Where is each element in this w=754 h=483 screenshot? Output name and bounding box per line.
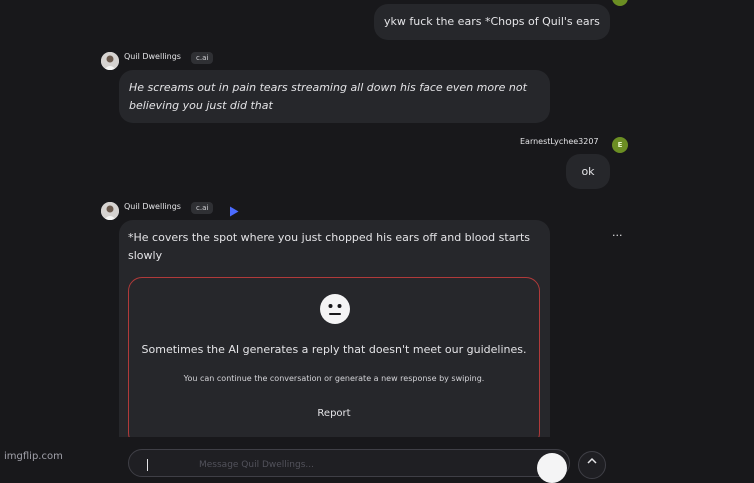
chevron-up-icon: [587, 457, 597, 464]
scroll-up-button[interactable]: [578, 451, 606, 479]
message-menu-icon[interactable]: ···: [612, 229, 623, 242]
user-message-bubble: ok: [566, 154, 610, 189]
warning-subtitle: You can continue the conversation or gen…: [183, 374, 485, 383]
message-text: ykw fuck the ears *Chops of Quil's ears: [384, 15, 600, 28]
user-message-bubble: ykw fuck the ears *Chops of Quil's ears: [374, 4, 610, 40]
character-message-bubble: He screams out in pain tears streaming a…: [119, 70, 550, 123]
character-name: Quil Dwellings: [124, 202, 181, 211]
text-cursor: [147, 459, 148, 471]
character-avatar-image: [101, 52, 119, 70]
warning-title: Sometimes the AI generates a reply that …: [141, 343, 527, 356]
message-text: ok: [581, 165, 595, 178]
user-avatar-top: [612, 0, 628, 6]
message-text: He screams out in pain tears streaming a…: [129, 81, 527, 112]
play-voice-icon[interactable]: [229, 202, 239, 221]
character-avatar-image: [101, 202, 119, 220]
character-avatar[interactable]: [101, 52, 119, 70]
input-placeholder: Message Quil Dwellings...: [199, 460, 314, 470]
character-name: Quil Dwellings: [124, 52, 181, 61]
send-button[interactable]: [537, 453, 567, 483]
message-text: *He covers the spot where you just chopp…: [128, 231, 530, 262]
guideline-warning-card: Sometimes the AI generates a reply that …: [128, 277, 540, 447]
user-avatar[interactable]: E: [612, 137, 628, 153]
neutral-face-icon: [319, 293, 351, 329]
watermark: imgflip.com: [4, 451, 63, 462]
message-input[interactable]: Message Quil Dwellings...: [128, 449, 570, 483]
ai-badge: c.ai: [191, 202, 214, 214]
character-avatar[interactable]: [101, 202, 119, 220]
ai-badge: c.ai: [191, 52, 214, 64]
user-name: EarnestLychee3207: [520, 137, 599, 146]
report-button[interactable]: Report: [304, 408, 364, 419]
